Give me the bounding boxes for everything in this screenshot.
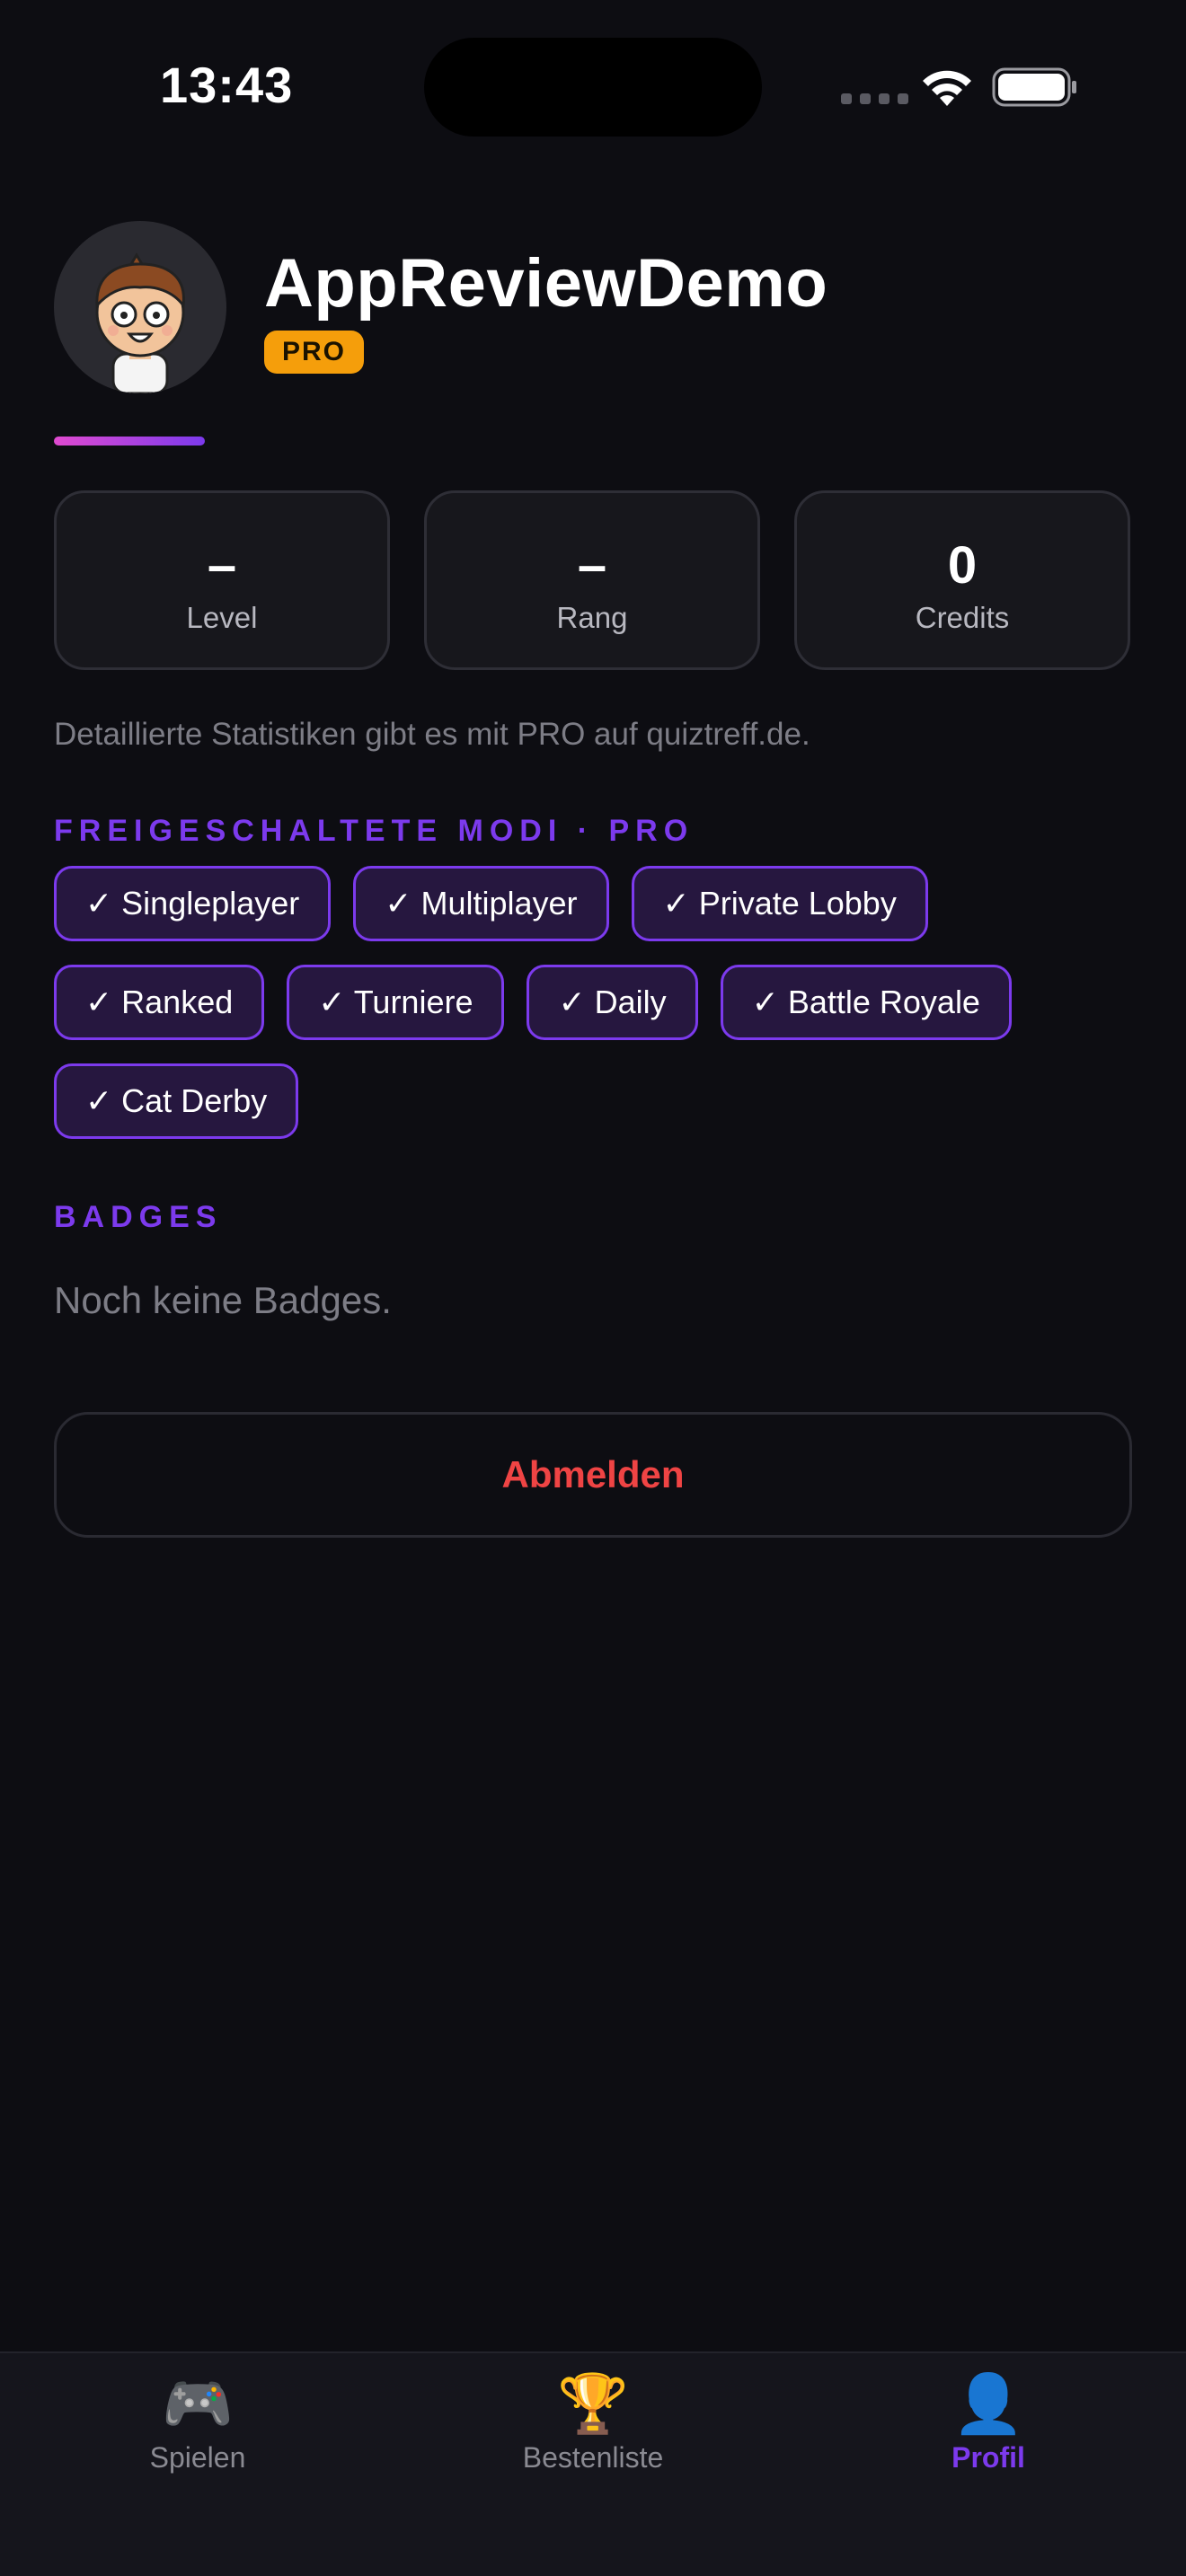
mode-chip-singleplayer[interactable]: ✓ Singleplayer (54, 866, 332, 941)
username: AppReviewDemo (264, 245, 828, 322)
cellular-signal-icon (841, 93, 908, 104)
stat-label: Rang (556, 601, 628, 634)
tab-profil[interactable]: 👤 Profil (872, 2368, 1105, 2475)
mode-chip-turniere[interactable]: ✓ Turniere (287, 965, 505, 1040)
badges-empty-text: Noch keine Badges. (54, 1279, 392, 1321)
stat-value: 0 (947, 536, 978, 595)
tab-label: Bestenliste (522, 2441, 664, 2474)
xp-progress-bar (54, 437, 205, 446)
status-time: 13:43 (160, 57, 294, 113)
mode-chip-private-lobby[interactable]: ✓ Private Lobby (631, 866, 928, 941)
battery-icon (992, 67, 1076, 107)
tab-label: Spielen (149, 2441, 246, 2474)
tab-label: Profil (951, 2441, 1025, 2474)
pro-badge: PRO (264, 331, 365, 374)
wifi-icon (923, 70, 971, 106)
mode-chip-ranked[interactable]: ✓ Ranked (54, 965, 265, 1040)
trophy-icon: 🏆 (557, 2371, 629, 2436)
stat-label: Credits (915, 601, 1010, 634)
tab-bestenliste[interactable]: 🏆 Bestenliste (476, 2368, 710, 2475)
stat-card-rang: – Rang (424, 490, 760, 670)
gamepad-icon: 🎮 (162, 2371, 234, 2436)
badges-section-title: BADGES (54, 1200, 223, 1234)
profile-screen: 13:43 AppReviewDemo PRO – Level – Rang 0… (0, 0, 1186, 2576)
logout-button[interactable]: Abmelden (54, 1412, 1132, 1538)
stat-value: – (207, 536, 237, 595)
stat-value: – (577, 536, 607, 595)
stat-label: Level (186, 601, 258, 634)
avatar[interactable] (54, 221, 226, 393)
tab-spielen[interactable]: 🎮 Spielen (81, 2368, 314, 2475)
mode-chip-daily[interactable]: ✓ Daily (527, 965, 698, 1040)
mode-chip-battle-royale[interactable]: ✓ Battle Royale (720, 965, 1012, 1040)
stat-card-credits: 0 Credits (794, 490, 1130, 670)
modes-chip-list: ✓ Singleplayer ✓ Multiplayer ✓ Private L… (54, 866, 1150, 1139)
profile-icon: 👤 (952, 2371, 1024, 2436)
mode-chip-multiplayer[interactable]: ✓ Multiplayer (353, 866, 609, 941)
stats-pro-note: Detaillierte Statistiken gibt es mit PRO… (54, 717, 810, 752)
cartoon-avatar-icon (95, 252, 185, 393)
mode-chip-cat-derby[interactable]: ✓ Cat Derby (54, 1063, 299, 1139)
dynamic-island (424, 38, 762, 137)
stat-card-level: – Level (54, 490, 390, 670)
modes-section-title: FREIGESCHALTETE MODI · PRO (54, 814, 695, 848)
